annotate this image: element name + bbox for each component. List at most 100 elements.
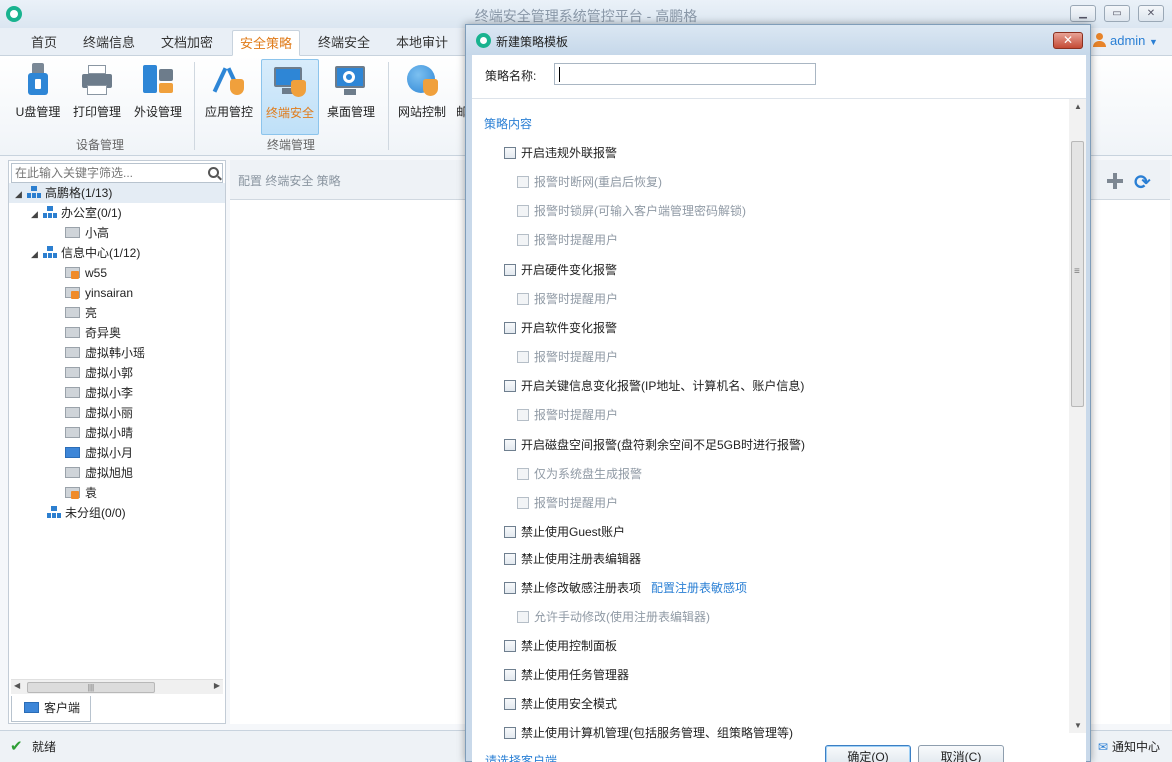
- search-icon[interactable]: [208, 167, 219, 178]
- notification-center-link[interactable]: 通知中心: [1098, 738, 1160, 755]
- checkbox[interactable]: [504, 526, 516, 538]
- app-control-button[interactable]: 应用管控: [200, 59, 258, 135]
- tree-node-client[interactable]: 亮: [65, 303, 97, 323]
- option-lock-screen-on-alarm[interactable]: 报警时锁屏(可输入客户端管理密码解锁): [517, 202, 746, 222]
- tab-terminal-info[interactable]: 终端信息: [76, 30, 142, 56]
- user-menu[interactable]: admin ▼: [1092, 33, 1158, 48]
- checkbox[interactable]: [517, 468, 529, 480]
- tree-node-client[interactable]: 奇异奥: [65, 323, 121, 343]
- checkbox[interactable]: [504, 553, 516, 565]
- checkbox[interactable]: [504, 380, 516, 392]
- checkbox[interactable]: [504, 698, 516, 710]
- checkbox[interactable]: [517, 351, 529, 363]
- tree-node-root[interactable]: ◢ 高鹏格(1/13): [9, 183, 225, 203]
- tree-node-client[interactable]: yinsairan: [65, 283, 133, 303]
- tree-node-client[interactable]: 虚拟旭旭: [65, 463, 133, 483]
- policy-vertical-scrollbar[interactable]: ▲ ▼: [1069, 99, 1086, 733]
- checkbox[interactable]: [504, 669, 516, 681]
- tree-node-ungrouped[interactable]: 未分组(0/0): [47, 503, 126, 523]
- option-notify-user[interactable]: 报警时提醒用户: [517, 231, 618, 251]
- option-system-disk-only[interactable]: 仅为系统盘生成报警: [517, 465, 642, 485]
- tree-node-client[interactable]: 小高: [65, 223, 109, 243]
- option-software-change-alarm[interactable]: 开启软件变化报警: [504, 319, 617, 339]
- tab-security-policy[interactable]: 安全策略: [232, 30, 300, 56]
- checkbox[interactable]: [504, 582, 516, 594]
- group-label-terminal: 终端管理: [266, 138, 315, 152]
- scrollbar-thumb[interactable]: [1071, 141, 1084, 407]
- client-tab[interactable]: 客户端: [11, 696, 91, 722]
- checkbox[interactable]: [517, 205, 529, 217]
- tree-horizontal-scrollbar[interactable]: ◀ ||| ▶: [11, 679, 223, 694]
- tab-terminal-security[interactable]: 终端安全: [310, 30, 378, 56]
- usb-management-button[interactable]: U盘管理: [12, 59, 64, 135]
- checkbox[interactable]: [517, 293, 529, 305]
- checkbox[interactable]: [517, 234, 529, 246]
- cancel-button[interactable]: 取消(C): [918, 745, 1004, 762]
- collapse-icon[interactable]: ◢: [15, 184, 27, 204]
- maximize-button[interactable]: ▭: [1104, 5, 1130, 22]
- option-allow-manual-edit[interactable]: 允许手动修改(使用注册表编辑器): [517, 608, 710, 628]
- tree-node-info-center[interactable]: ◢ 信息中心(1/12): [31, 243, 140, 263]
- scroll-right-icon[interactable]: ▶: [214, 681, 220, 690]
- tab-doc-encryption[interactable]: 文档加密: [154, 30, 220, 56]
- scroll-up-icon[interactable]: ▲: [1074, 102, 1082, 111]
- peripheral-management-button[interactable]: 外设管理: [130, 59, 186, 135]
- tree-node-client[interactable]: 虚拟小李: [65, 383, 133, 403]
- option-disable-regedit[interactable]: 禁止使用注册表编辑器: [504, 550, 641, 570]
- checkbox[interactable]: [504, 640, 516, 652]
- option-disk-space-alarm[interactable]: 开启磁盘空间报警(盘符剩余空间不足5GB时进行报警): [504, 436, 805, 456]
- option-key-info-change-alarm[interactable]: 开启关键信息变化报警(IP地址、计算机名、账户信息): [504, 377, 804, 397]
- tab-local-audit[interactable]: 本地审计: [388, 30, 456, 56]
- configure-registry-link[interactable]: 配置注册表敏感项: [651, 581, 747, 595]
- dialog-close-button[interactable]: ✕: [1053, 32, 1083, 49]
- option-block-sensitive-registry[interactable]: 禁止修改敏感注册表项 配置注册表敏感项: [504, 579, 747, 599]
- scroll-down-icon[interactable]: ▼: [1074, 721, 1082, 730]
- scrollbar-thumb[interactable]: |||: [27, 682, 155, 693]
- option-notify-user[interactable]: 报警时提醒用户: [517, 348, 618, 368]
- option-notify-user[interactable]: 报警时提醒用户: [517, 406, 618, 426]
- scroll-left-icon[interactable]: ◀: [14, 681, 20, 690]
- option-disconnect-on-alarm[interactable]: 报警时断网(重启后恢复): [517, 173, 662, 193]
- checkbox[interactable]: [517, 409, 529, 421]
- tab-home[interactable]: 首页: [20, 30, 68, 56]
- checkbox[interactable]: [504, 147, 516, 159]
- refresh-icon[interactable]: ⟳: [1134, 170, 1151, 195]
- tree-node-client[interactable]: 袁: [65, 483, 97, 503]
- option-disable-task-manager[interactable]: 禁止使用任务管理器: [504, 666, 629, 686]
- minimize-button[interactable]: ▁: [1070, 5, 1096, 22]
- tree-node-client[interactable]: 虚拟小月: [65, 443, 133, 463]
- option-hardware-change-alarm[interactable]: 开启硬件变化报警: [504, 261, 617, 281]
- tree-node-client[interactable]: 虚拟小郭: [65, 363, 133, 383]
- option-disable-guest-account[interactable]: 禁止使用Guest账户: [504, 523, 625, 543]
- option-disable-control-panel[interactable]: 禁止使用控制面板: [504, 637, 617, 657]
- checkbox[interactable]: [517, 497, 529, 509]
- tree-search-input[interactable]: [12, 164, 202, 182]
- option-disable-safe-mode[interactable]: 禁止使用安全模式: [504, 695, 617, 715]
- option-illegal-outreach-alarm[interactable]: 开启违规外联报警: [504, 144, 617, 164]
- website-control-button[interactable]: 网站控制: [394, 59, 450, 135]
- add-icon[interactable]: [1106, 172, 1124, 190]
- checkbox[interactable]: [504, 264, 516, 276]
- ok-button[interactable]: 确定(O): [825, 745, 911, 762]
- tree-node-client[interactable]: 虚拟韩小瑶: [65, 343, 145, 363]
- option-notify-user[interactable]: 报警时提醒用户: [517, 290, 618, 310]
- tree-node-client[interactable]: 虚拟小晴: [65, 423, 133, 443]
- collapse-icon[interactable]: ◢: [31, 244, 43, 264]
- print-management-button[interactable]: 打印管理: [70, 59, 124, 135]
- select-client-link[interactable]: 请选择客户端: [485, 752, 557, 762]
- option-disable-computer-management[interactable]: 禁止使用计算机管理(包括服务管理、组策略管理等): [504, 724, 793, 744]
- tree-node-office[interactable]: ◢ 办公室(0/1): [31, 203, 122, 223]
- close-window-button[interactable]: ✕: [1138, 5, 1164, 22]
- checkbox[interactable]: [504, 439, 516, 451]
- tree-node-client[interactable]: w55: [65, 263, 107, 283]
- checkbox[interactable]: [517, 176, 529, 188]
- terminal-security-button[interactable]: 终端安全: [261, 59, 319, 135]
- checkbox[interactable]: [504, 322, 516, 334]
- option-notify-user[interactable]: 报警时提醒用户: [517, 494, 618, 514]
- policy-name-input[interactable]: [554, 63, 816, 85]
- collapse-icon[interactable]: ◢: [31, 204, 43, 224]
- desktop-management-button[interactable]: 桌面管理: [322, 59, 380, 135]
- checkbox[interactable]: [504, 727, 516, 739]
- tree-node-client[interactable]: 虚拟小丽: [65, 403, 133, 423]
- checkbox[interactable]: [517, 611, 529, 623]
